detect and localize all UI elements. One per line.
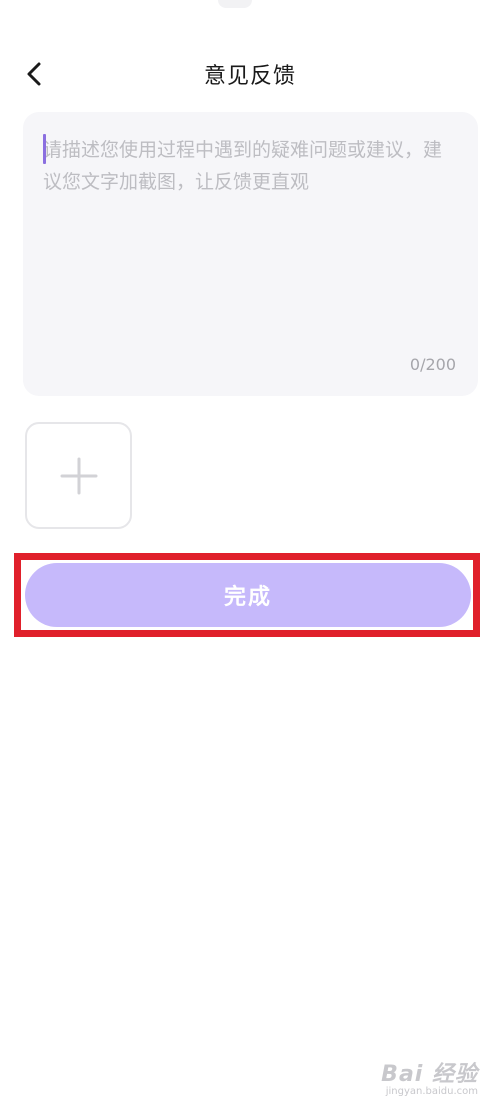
feedback-input[interactable] xyxy=(43,134,458,344)
watermark-url: jingyan.baidu.com xyxy=(385,1086,478,1097)
watermark: Bai 经验 jingyan.baidu.com xyxy=(381,1056,478,1097)
submit-button[interactable]: 完成 xyxy=(25,563,471,627)
page-title: 意见反馈 xyxy=(203,64,296,89)
plus-icon xyxy=(60,457,97,494)
add-image-button[interactable] xyxy=(25,422,132,529)
navigation-bar: 意见反馈 xyxy=(0,44,500,104)
character-counter: 0/200 xyxy=(409,355,456,374)
status-notch xyxy=(218,0,252,8)
watermark-brand: Bai 经验 xyxy=(381,1062,478,1087)
feedback-card: 0/200 xyxy=(23,112,478,396)
text-caret xyxy=(43,134,46,164)
